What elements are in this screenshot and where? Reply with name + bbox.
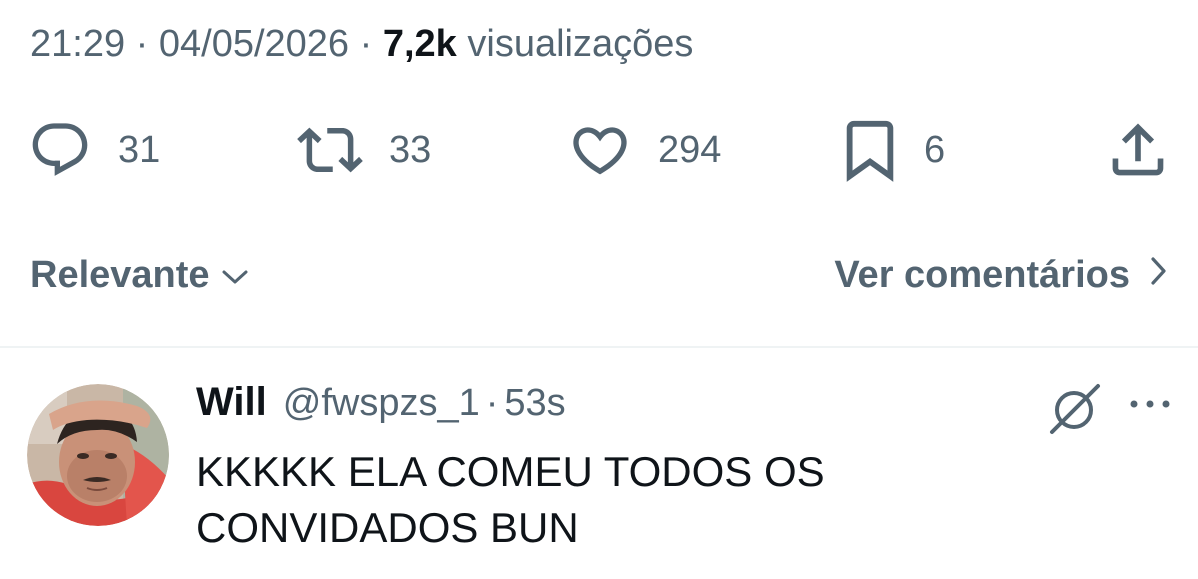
tweet-date: 04/05/2026 xyxy=(158,23,350,65)
meta-separator: · xyxy=(135,23,149,65)
tweet-time: 21:29 xyxy=(30,23,126,65)
replies-sort-row: Relevante Ver comentários xyxy=(0,245,1198,305)
sort-dropdown[interactable]: Relevante xyxy=(30,245,250,305)
reply-author-handle[interactable]: @fwspzs_1 xyxy=(283,382,480,425)
reply-time[interactable]: 53s xyxy=(504,382,565,425)
grok-icon[interactable] xyxy=(1044,380,1108,445)
chevron-right-icon xyxy=(1130,254,1168,297)
view-comments-label: Ver comentários xyxy=(834,253,1130,296)
like-count: 294 xyxy=(658,128,722,171)
retweet-button[interactable]: 33 xyxy=(297,110,431,190)
retweet-icon xyxy=(297,117,363,183)
divider xyxy=(0,346,1198,348)
reply-separator: · xyxy=(485,382,499,424)
tweet-meta: 21:29 · 04/05/2026 · 7,2k visualizações xyxy=(30,20,693,68)
bookmark-button[interactable]: 6 xyxy=(842,110,945,190)
reply-button[interactable]: 31 xyxy=(28,110,160,190)
like-button[interactable]: 294 xyxy=(568,110,721,190)
share-icon xyxy=(1108,119,1168,181)
reply-header: Will @fwspzs_1 · 53s xyxy=(196,380,566,430)
bookmark-count: 6 xyxy=(924,128,946,171)
view-comments-link[interactable]: Ver comentários xyxy=(834,245,1168,305)
chevron-down-icon xyxy=(210,254,250,297)
views-count: 7,2k xyxy=(382,23,457,65)
reply-text: KKKKK ELA COMEU TODOS OS CONVIDADOS BUN xyxy=(196,448,825,551)
heart-icon xyxy=(568,118,632,182)
share-button[interactable] xyxy=(1108,110,1168,190)
reply-count: 31 xyxy=(118,128,161,171)
reply-author-name[interactable]: Will xyxy=(196,380,267,425)
action-bar: 31 33 294 6 xyxy=(0,110,1198,190)
avatar[interactable] xyxy=(27,384,169,526)
more-dots-icon[interactable] xyxy=(1128,396,1172,417)
meta-separator: · xyxy=(359,23,373,65)
views-label: visualizações xyxy=(467,23,694,65)
speech-bubble-icon xyxy=(28,118,92,182)
retweet-count: 33 xyxy=(389,128,432,171)
sort-label: Relevante xyxy=(30,253,210,296)
bookmark-icon xyxy=(842,118,898,182)
